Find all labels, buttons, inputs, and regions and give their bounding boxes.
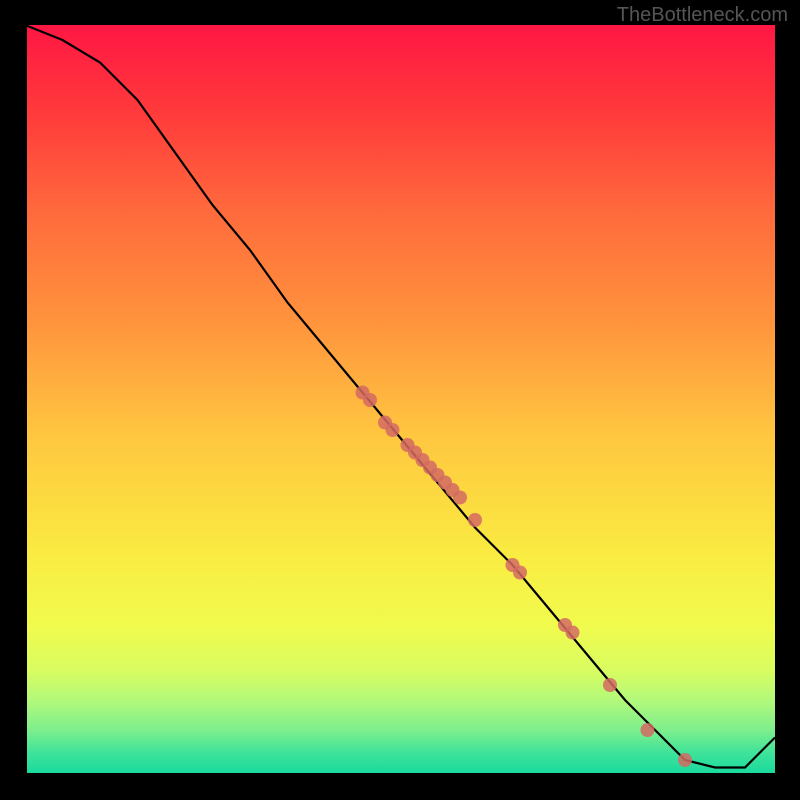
data-point bbox=[386, 423, 400, 437]
data-points bbox=[356, 386, 693, 768]
data-point bbox=[453, 491, 467, 505]
data-point bbox=[678, 753, 692, 767]
plot-area bbox=[25, 25, 775, 775]
chart-container: TheBottleneck.com bbox=[0, 0, 800, 800]
data-point bbox=[468, 513, 482, 527]
data-point bbox=[566, 626, 580, 640]
data-point bbox=[363, 393, 377, 407]
watermark-text: TheBottleneck.com bbox=[617, 4, 788, 27]
data-point bbox=[603, 678, 617, 692]
curve-layer bbox=[25, 25, 775, 775]
data-point bbox=[513, 566, 527, 580]
data-point bbox=[641, 723, 655, 737]
bottleneck-curve bbox=[25, 25, 775, 768]
